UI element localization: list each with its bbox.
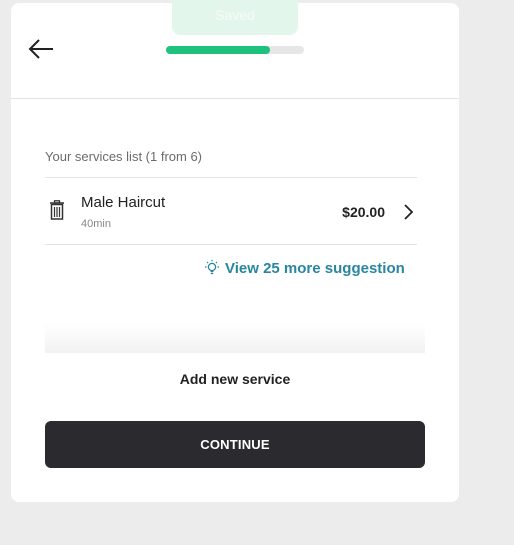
back-button[interactable] <box>27 37 57 61</box>
services-card: Saved Your services list (1 from 6) Male… <box>11 0 459 502</box>
add-new-service-button[interactable]: Add new service <box>45 367 425 391</box>
divider <box>45 244 417 245</box>
services-list-caption: Your services list (1 from 6) <box>45 149 203 164</box>
service-name: Male Haircut <box>81 194 166 211</box>
trash-icon <box>50 200 64 220</box>
header: Saved <box>11 0 459 99</box>
service-price: $20.00 <box>342 204 385 220</box>
continue-button[interactable]: CONTINUE <box>45 421 425 468</box>
lightbulb-icon <box>205 259 219 275</box>
progress-bar <box>166 46 304 54</box>
view-more-suggestions-label: View 25 more suggestion <box>225 259 405 277</box>
view-more-suggestions-link[interactable]: View 25 more suggestion <box>204 258 405 278</box>
delete-service-button[interactable] <box>49 200 65 220</box>
progress-bar-fill <box>166 46 270 54</box>
service-duration: 40min <box>81 218 111 230</box>
service-row[interactable]: Male Haircut 40min $20.00 <box>45 178 417 244</box>
chevron-right-icon[interactable] <box>403 204 414 220</box>
arrow-left-icon <box>28 39 53 59</box>
saved-toast: Saved <box>172 0 298 35</box>
list-fade-overlay <box>45 323 425 353</box>
